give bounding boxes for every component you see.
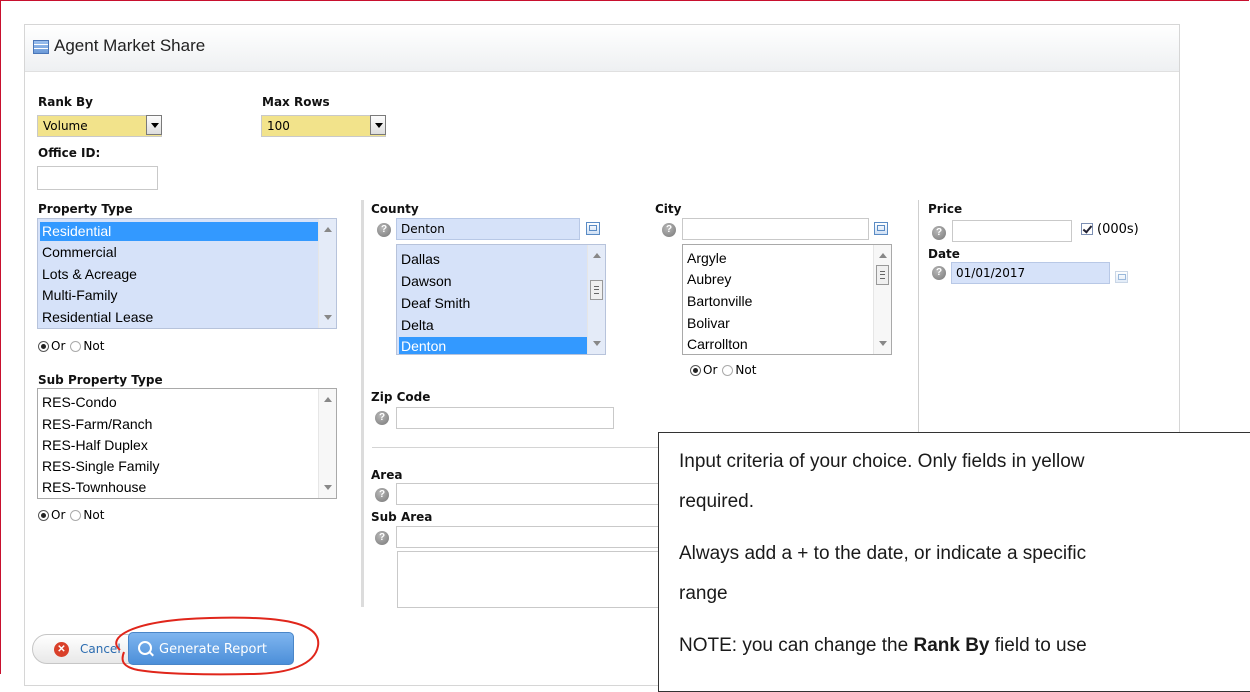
lookup-icon[interactable] — [874, 222, 888, 235]
sub-area-input[interactable] — [396, 526, 666, 548]
list-item[interactable]: Commercial — [42, 244, 117, 260]
price-label: Price — [928, 202, 963, 216]
list-item[interactable]: Residential Lease — [42, 309, 153, 325]
help-icon[interactable]: ? — [932, 226, 946, 240]
chevron-down-icon[interactable] — [146, 115, 162, 135]
list-item[interactable]: RES-Half Duplex — [42, 437, 148, 453]
list-item[interactable]: Bolivar — [687, 315, 730, 331]
or-radio[interactable] — [38, 509, 49, 521]
property-type-label: Property Type — [38, 202, 133, 216]
city-or-not: Or Not — [690, 363, 756, 377]
annotation-circle — [115, 616, 320, 676]
list-item[interactable]: RES-Farm/Ranch — [42, 416, 152, 432]
sub-property-type-list[interactable]: RES-Condo RES-Farm/Ranch RES-Half Duplex… — [37, 388, 337, 499]
or-label: Or — [703, 363, 718, 377]
sub-area-list[interactable] — [397, 551, 667, 608]
list-item[interactable]: Denton — [399, 337, 587, 354]
rank-by-label: Rank By — [38, 95, 94, 109]
help-icon[interactable]: ? — [662, 223, 676, 237]
scrollbar[interactable] — [873, 245, 891, 354]
sub-property-type-or-not: Or Not — [38, 508, 104, 522]
max-rows-value: 100 — [267, 119, 290, 133]
note-line: Always add a + to the date, or indicate … — [679, 543, 1087, 564]
lookup-icon[interactable] — [586, 222, 600, 235]
not-label: Not — [83, 508, 105, 522]
zip-code-input[interactable] — [396, 407, 614, 429]
list-item[interactable]: Bartonville — [687, 293, 752, 309]
list-item[interactable]: Dawson — [401, 273, 452, 289]
rank-by-value: Volume — [43, 119, 88, 133]
list-item[interactable]: Delta — [401, 317, 434, 333]
county-input[interactable]: Denton — [396, 218, 580, 240]
office-id-label: Office ID: — [38, 146, 101, 160]
help-icon[interactable]: ? — [375, 531, 389, 545]
note-line: NOTE: you can change the Rank By field t… — [679, 635, 1087, 657]
note-text: field to use — [989, 635, 1087, 656]
date-input[interactable]: 01/01/2017 — [951, 262, 1110, 284]
max-rows-label: Max Rows — [262, 95, 330, 109]
list-item[interactable]: RES-Townhouse — [42, 479, 146, 495]
sub-area-label: Sub Area — [371, 510, 433, 524]
help-icon[interactable]: ? — [932, 266, 946, 280]
page-title: Agent Market Share — [54, 36, 206, 55]
zip-code-label: Zip Code — [371, 390, 431, 404]
help-icon[interactable]: ? — [375, 488, 389, 502]
city-list[interactable]: Argyle Aubrey Bartonville Bolivar Carrol… — [682, 244, 892, 355]
note-text: NOTE: you can change the — [679, 635, 914, 656]
county-label: County — [371, 202, 419, 216]
not-label: Not — [83, 339, 105, 353]
office-id-input[interactable] — [37, 166, 158, 190]
list-item[interactable]: Residential — [40, 222, 318, 241]
or-radio[interactable] — [690, 364, 701, 376]
thousands-checkbox[interactable] — [1081, 223, 1093, 235]
thousands-label: (000s) — [1097, 222, 1139, 237]
area-label: Area — [371, 468, 403, 482]
instruction-note: Input criteria of your choice. Only fiel… — [658, 432, 1250, 692]
or-radio[interactable] — [38, 340, 49, 352]
not-radio[interactable] — [70, 509, 82, 521]
max-rows-select[interactable]: 100 — [261, 115, 386, 137]
chevron-down-icon[interactable] — [370, 115, 386, 135]
note-bold: Rank By — [913, 635, 990, 656]
list-item[interactable]: Multi-Family — [42, 287, 117, 303]
list-item[interactable]: Carrollton — [687, 336, 748, 352]
property-type-list[interactable]: Residential Commercial Lots & Acreage Mu… — [37, 218, 337, 329]
area-input[interactable] — [396, 483, 666, 505]
list-item[interactable]: RES-Condo — [42, 394, 117, 410]
column-divider — [361, 200, 364, 607]
calendar-icon[interactable] — [1115, 271, 1128, 283]
not-radio[interactable] — [70, 340, 82, 352]
city-input[interactable] — [682, 218, 869, 240]
close-icon: ✕ — [54, 642, 69, 657]
property-type-or-not: Or Not — [38, 339, 104, 353]
city-label: City — [655, 202, 682, 216]
list-item[interactable]: Argyle — [687, 250, 727, 266]
list-item[interactable]: Aubrey — [687, 271, 731, 287]
or-label: Or — [51, 339, 66, 353]
table-icon — [33, 40, 49, 54]
not-label: Not — [735, 363, 757, 377]
sub-property-type-label: Sub Property Type — [38, 373, 163, 387]
date-label: Date — [928, 247, 960, 261]
section-divider — [372, 447, 658, 448]
scrollbar[interactable] — [318, 219, 336, 328]
column-divider — [918, 200, 919, 432]
scrollbar[interactable] — [587, 245, 605, 354]
note-line: required. — [679, 491, 754, 512]
scrollbar[interactable] — [318, 389, 336, 498]
or-label: Or — [51, 508, 66, 522]
price-input[interactable] — [952, 220, 1072, 242]
county-list[interactable]: Dallas Dawson Deaf Smith Delta Denton — [396, 244, 606, 355]
not-radio[interactable] — [722, 364, 734, 376]
list-item[interactable]: Dallas — [401, 251, 440, 267]
list-item[interactable]: RES-Single Family — [42, 458, 159, 474]
note-line: Input criteria of your choice. Only fiel… — [679, 451, 1085, 472]
note-line: range — [679, 583, 728, 604]
rank-by-select[interactable]: Volume — [37, 115, 162, 137]
help-icon[interactable]: ? — [375, 411, 389, 425]
list-item[interactable]: Lots & Acreage — [42, 266, 137, 282]
help-icon[interactable]: ? — [377, 223, 391, 237]
list-item[interactable]: Deaf Smith — [401, 295, 470, 311]
